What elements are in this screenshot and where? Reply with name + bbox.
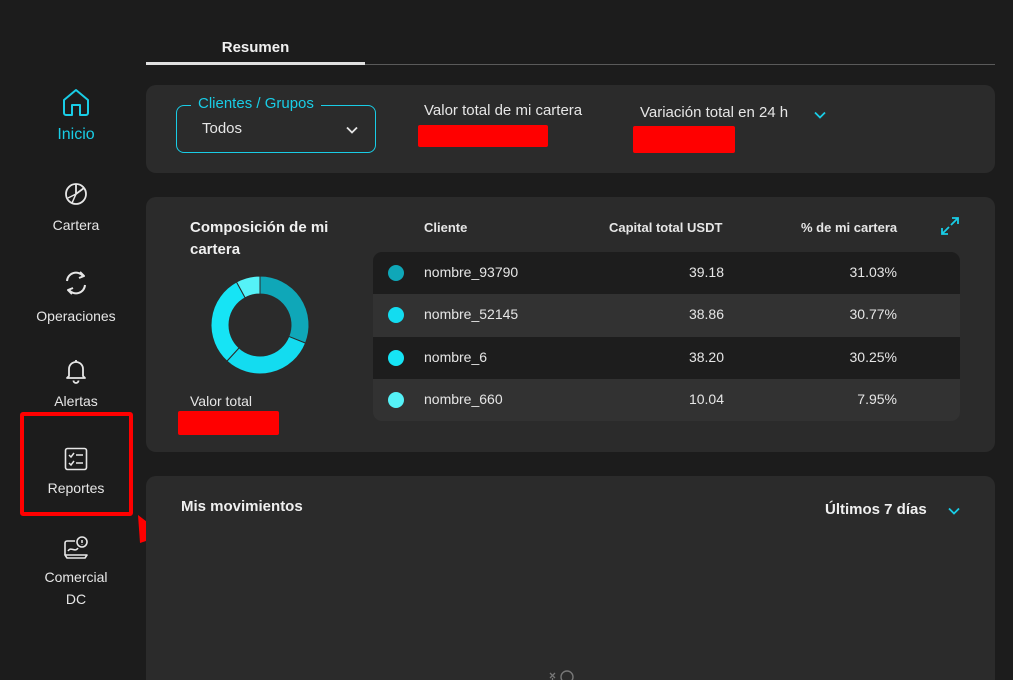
column-header-capital: Capital total USDT: [609, 220, 723, 235]
tab-bar: Resumen: [146, 35, 995, 65]
sidebar-item-inicio[interactable]: Inicio: [0, 86, 152, 146]
tab-resumen[interactable]: Resumen: [146, 35, 365, 65]
total-portfolio-label: Valor total de mi cartera: [424, 102, 583, 119]
chevron-down-icon[interactable]: [812, 107, 828, 123]
composition-donut-chart: [210, 275, 310, 375]
composition-table: nombre_93790 39.18 31.03% nombre_52145 3…: [373, 252, 960, 421]
clients-groups-select[interactable]: Clientes / Grupos Todos: [176, 94, 376, 153]
client-name: nombre_6: [424, 348, 488, 365]
client-name: nombre_93790: [424, 264, 519, 280]
client-name: nombre_660: [424, 390, 503, 407]
composition-title: Composición de mi cartera: [190, 219, 329, 258]
sidebar-item-comercial[interactable]: Comercial DC: [0, 535, 152, 610]
commercial-icon: [64, 536, 88, 559]
sidebar-item-cartera[interactable]: Cartera: [0, 180, 152, 236]
period-select-label[interactable]: Últimos 7 días: [825, 501, 927, 518]
client-name: nombre_52145: [424, 306, 519, 323]
capital-value: 10.04: [688, 390, 724, 407]
percent-value: 7.95%: [857, 390, 897, 407]
series-color-dot: [388, 391, 404, 408]
movements-card: Mis movimientos Últimos 7 días: [146, 476, 995, 680]
select-legend: Clientes / Grupos: [191, 94, 321, 114]
redacted-total-value: [418, 125, 548, 147]
sidebar-item-label-line2: DC: [65, 591, 87, 607]
capital-value: 38.86: [688, 306, 724, 323]
empty-state-icon: [549, 670, 574, 680]
composition-card: Composición de mi cartera Valor total Cl…: [146, 197, 995, 452]
sidebar-item-label: Operaciones: [36, 308, 116, 324]
variation-label: Variación total en 24 h: [640, 104, 789, 121]
capital-value: 38.20: [688, 348, 724, 365]
chevron-down-icon[interactable]: [946, 503, 962, 519]
sidebar-item-label: Alertas: [54, 393, 98, 409]
summary-card: Clientes / Grupos Todos Valor total de m…: [146, 85, 995, 173]
sidebar: Inicio Cartera Operaciones Alertas Repor…: [0, 0, 146, 680]
sidebar-item-label: Comercial: [44, 569, 108, 585]
series-color-dot: [388, 307, 404, 324]
table-row[interactable]: nombre_6 38.20 30.25%: [373, 336, 960, 379]
sidebar-item-operaciones[interactable]: Operaciones: [0, 268, 152, 327]
column-header-client: Cliente: [424, 220, 468, 235]
percent-value: 31.03%: [849, 264, 897, 280]
series-color-dot: [388, 349, 404, 366]
series-color-dot: [388, 265, 404, 281]
select-value: Todos: [202, 120, 243, 137]
sidebar-item-label: Inicio: [57, 126, 95, 143]
annotation-highlight-box: [20, 412, 133, 516]
pie-chart-icon: [65, 183, 87, 205]
expand-icon[interactable]: [940, 216, 960, 236]
total-value-label: Valor total: [190, 393, 252, 409]
redacted-variation-value: [633, 126, 735, 153]
sidebar-item-label: Cartera: [52, 217, 100, 233]
chevron-down-icon: [346, 126, 358, 134]
redacted-composition-total: [178, 411, 279, 435]
donut-slice-nombre_52145: [226, 335, 307, 375]
movements-title: Mis movimientos: [181, 498, 303, 515]
table-row[interactable]: nombre_52145 38.86 30.77%: [373, 294, 960, 337]
home-icon: [63, 89, 89, 116]
donut-slice-nombre_93790: [259, 275, 310, 344]
percent-value: 30.77%: [849, 306, 897, 323]
bell-icon: [66, 360, 86, 384]
sidebar-item-alertas[interactable]: Alertas: [0, 357, 152, 412]
exchange-arrows-icon: [66, 271, 86, 295]
percent-value: 30.25%: [849, 348, 897, 365]
capital-value: 39.18: [688, 264, 724, 280]
column-header-percent: % de mi cartera: [801, 220, 898, 235]
table-row[interactable]: nombre_93790 39.18 31.03%: [373, 252, 960, 295]
table-row[interactable]: nombre_660 10.04 7.95%: [373, 378, 960, 421]
